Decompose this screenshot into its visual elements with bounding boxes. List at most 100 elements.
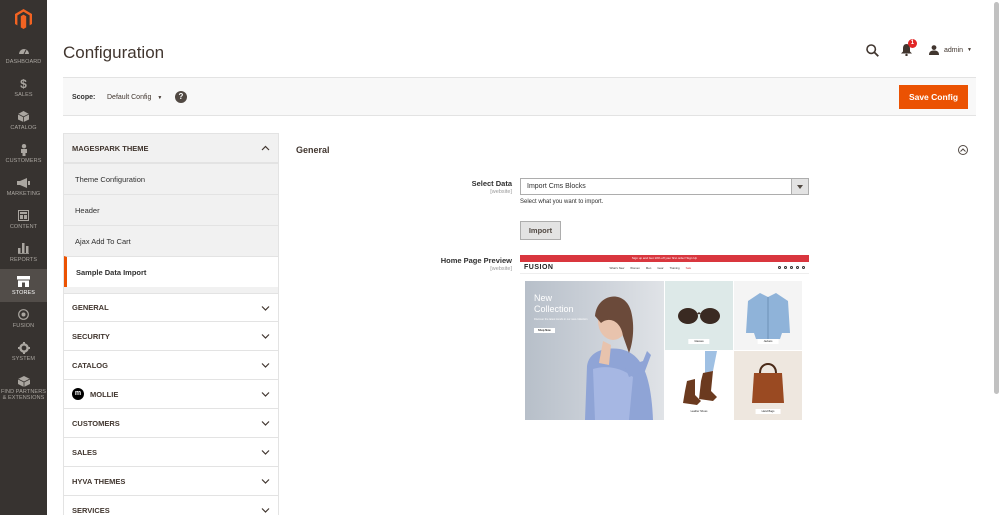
notifications-button[interactable]: 1 [900, 39, 917, 58]
chevron-up-icon [261, 145, 270, 151]
sidebar-item-catalog[interactable]: CATALOG [0, 104, 47, 137]
tab-label: SERVICES [72, 505, 110, 515]
user-icon [928, 45, 939, 55]
tab-label: HYVA THEMES [72, 476, 126, 486]
preview-menu-item: Women [630, 265, 640, 270]
caret-down-icon: ▼ [157, 95, 163, 101]
sidebar-item-sales[interactable]: $ SALES [0, 71, 47, 104]
preview-tile-label: Leather Shoes [684, 409, 714, 414]
preview-brand-logo: FUSION [524, 264, 554, 271]
config-tabs-nav: MAGESPARK THEME Theme Configuration Head… [63, 133, 279, 515]
chevron-down-icon [261, 305, 270, 311]
sidebar-item-system[interactable]: SYSTEM [0, 335, 47, 368]
tab-label: SECURITY [72, 331, 110, 341]
sidebar-item-reports[interactable]: REPORTS [0, 236, 47, 269]
magento-logo-icon [15, 9, 32, 29]
cube-icon [17, 111, 31, 123]
tab-general[interactable]: GENERAL [63, 293, 279, 322]
fieldset-title[interactable]: General [296, 145, 330, 155]
subnav-label: Header [75, 205, 100, 215]
sidebar-item-fusion[interactable]: FUSION [0, 302, 47, 335]
sidebar-item-marketing[interactable]: MARKETING [0, 170, 47, 203]
caret-down-icon: ▼ [967, 47, 972, 53]
help-icon[interactable]: ? [175, 91, 187, 103]
tab-catalog[interactable]: CATALOG [63, 351, 279, 380]
sidebar-item-content[interactable]: CONTENT [0, 203, 47, 236]
sidebar-item-label: CONTENT [9, 223, 38, 230]
preview-menu-item: What's New [609, 265, 625, 270]
global-search-button[interactable] [865, 42, 881, 58]
subnav-label: Theme Configuration [75, 174, 146, 184]
preview-tile-label: Jackets [757, 339, 779, 344]
tab-security[interactable]: SECURITY [63, 322, 279, 351]
select-data-dropdown[interactable]: Import Cms Blocks [520, 178, 809, 195]
admin-user-menu[interactable]: admin ▼ [928, 45, 972, 55]
tab-hyva-themes[interactable]: HYVA THEMES [63, 467, 279, 496]
preview-tile-glasses: Glasses [665, 281, 733, 350]
theme-subnav: Theme Configuration Header Ajax Add To C… [63, 163, 279, 287]
preview-tile-label: Hand Bags [755, 409, 781, 414]
sidebar-item-stores[interactable]: STORES [0, 269, 47, 302]
tab-mollie[interactable]: m MOLLIE [63, 380, 279, 409]
tab-services[interactable]: SERVICES [63, 496, 279, 515]
chevron-down-icon [261, 508, 270, 513]
magento-logo[interactable] [0, 0, 47, 38]
fusion-icon [17, 309, 31, 321]
preview-hero-subtitle: Discover the latest trends in our new co… [534, 318, 588, 321]
caret-down-icon [791, 179, 808, 194]
chevron-down-icon [261, 334, 270, 339]
tab-label: CUSTOMERS [72, 418, 120, 428]
sidebar-item-customers[interactable]: CUSTOMERS [0, 137, 47, 170]
bar-chart-icon [17, 243, 31, 255]
import-button[interactable]: Import [520, 221, 561, 240]
layout-icon [17, 210, 31, 222]
chevron-down-icon [261, 479, 270, 484]
tab-sales[interactable]: SALES [63, 438, 279, 467]
field-note: Select what you want to import. [520, 199, 604, 205]
scope-switcher[interactable]: Default Config ▼ [107, 94, 162, 101]
store-icon [17, 276, 31, 288]
subnav-header[interactable]: Header [64, 194, 278, 225]
chevron-down-icon [261, 421, 270, 426]
scope-value: Default Config [107, 94, 152, 101]
subnav-theme-configuration[interactable]: Theme Configuration [64, 163, 278, 194]
sidebar-item-label: REPORTS [9, 256, 38, 263]
admin-username: admin [943, 46, 964, 54]
subnav-ajax-add-to-cart[interactable]: Ajax Add To Cart [64, 225, 278, 256]
preview-menu-item: Men [645, 265, 652, 270]
preview-tile-jackets: Jackets [734, 281, 802, 350]
preview-menu: What's New Women Men Gear Training Sale [609, 266, 697, 270]
page-title: Configuration [63, 43, 165, 62]
sidebar-item-label: STORES [11, 289, 36, 296]
sidebar-item-find-partners[interactable]: FIND PARTNERS & EXTENSIONS [0, 368, 47, 408]
preview-tile-label: Glasses [688, 339, 710, 344]
tab-label: SALES [72, 447, 98, 457]
sidebar-item-label: FUSION [12, 322, 35, 329]
cubes-icon [17, 375, 31, 387]
sidebar-item-label: DASHBOARD [5, 58, 42, 65]
dashboard-icon [17, 45, 31, 57]
preview-header-icons [775, 266, 805, 269]
tab-label: MOLLIE [90, 389, 119, 399]
sidebar-item-dashboard[interactable]: DASHBOARD [0, 38, 47, 71]
subnav-label: Ajax Add To Cart [75, 236, 131, 246]
dollar-icon: $ [20, 76, 27, 91]
tab-magespark-theme[interactable]: MAGESPARK THEME [63, 133, 279, 163]
select-value: Import Cms Blocks [527, 183, 586, 190]
preview-menu-item: Gear [657, 265, 664, 270]
page-scrollbar[interactable] [994, 2, 999, 394]
chevron-down-icon [261, 450, 270, 455]
tab-label: GENERAL [72, 303, 109, 312]
sidebar-item-label: CUSTOMERS [5, 157, 42, 164]
subnav-sample-data-import[interactable]: Sample Data Import [64, 256, 278, 287]
collapse-toggle-icon[interactable] [958, 145, 968, 155]
preview-menu-item: Training [669, 265, 680, 270]
field-scope: [website] [490, 266, 512, 272]
save-config-button[interactable]: Save Config [899, 85, 968, 109]
tab-customers[interactable]: CUSTOMERS [63, 409, 279, 438]
section-title: MAGESPARK THEME [72, 143, 149, 153]
preview-tile-hand-bags: Hand Bags [734, 351, 802, 420]
select-data-label: Select Data [website] [472, 179, 512, 195]
preview-label: Home Page Preview [website] [441, 256, 512, 272]
hero-title-line: Collection [534, 304, 574, 314]
